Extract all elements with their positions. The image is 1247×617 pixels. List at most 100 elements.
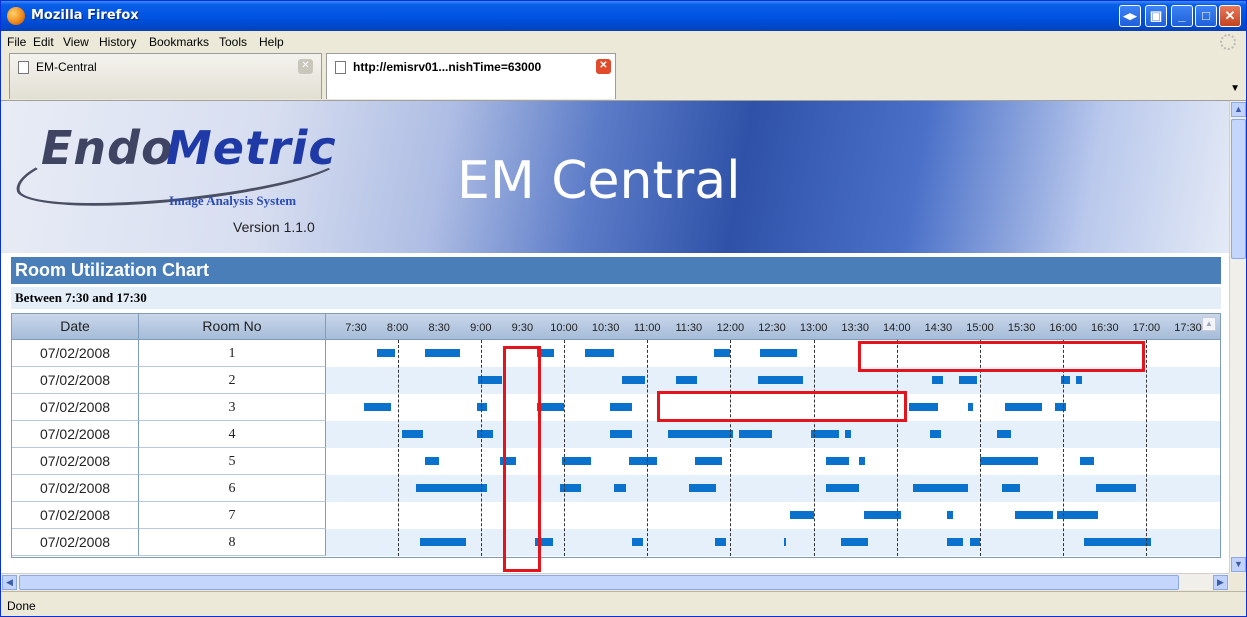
chart-scroll-up-icon[interactable]: ▲ [1202, 317, 1216, 331]
tab-list-dropdown-icon[interactable]: ▼ [1230, 83, 1240, 94]
usage-bar[interactable] [909, 403, 939, 411]
highlight-box-room3-midday [657, 391, 907, 422]
scroll-up-icon[interactable]: ▲ [1231, 102, 1246, 117]
row-room-cell: 5 [139, 448, 326, 475]
row-date-cell: 07/02/2008 [12, 367, 139, 394]
usage-bar[interactable] [1096, 484, 1136, 492]
usage-bar[interactable] [1079, 457, 1094, 465]
usage-bar[interactable] [713, 349, 731, 357]
restore-tabs-button[interactable]: ◂▸ [1119, 5, 1141, 27]
row-date-cell: 07/02/2008 [12, 421, 139, 448]
usage-bar[interactable] [996, 430, 1011, 438]
fullscreen-button[interactable]: ▣ [1145, 5, 1167, 27]
usage-bar[interactable] [628, 457, 658, 465]
usage-bar[interactable] [1014, 511, 1054, 519]
usage-bar[interactable] [811, 430, 839, 438]
usage-bar[interactable] [688, 484, 717, 492]
usage-bar[interactable] [676, 376, 698, 384]
usage-bar[interactable] [715, 538, 727, 546]
usage-bar[interactable] [738, 430, 772, 438]
usage-bar[interactable] [401, 430, 423, 438]
row-date-cell: 07/02/2008 [12, 340, 139, 367]
usage-bar[interactable] [913, 484, 968, 492]
menu-tools[interactable]: Tools [219, 35, 247, 49]
header-banner: Endo Metric Image Analysis System Versio… [1, 101, 1229, 253]
vertical-scrollbar[interactable]: ▲ ▼ [1229, 101, 1246, 573]
usage-bar[interactable] [946, 538, 964, 546]
usage-bar[interactable] [790, 511, 814, 519]
menu-edit[interactable]: Edit [33, 35, 54, 49]
menu-bookmarks[interactable]: Bookmarks [149, 35, 209, 49]
usage-bar[interactable] [826, 457, 849, 465]
menu-view[interactable]: View [63, 35, 89, 49]
usage-bar[interactable] [967, 403, 974, 411]
usage-bar[interactable] [970, 538, 980, 546]
usage-bar[interactable] [476, 403, 488, 411]
title-bar[interactable]: Mozilla Firefox ◂▸ ▣ _ □ ✕ [1, 1, 1246, 31]
usage-bar[interactable] [784, 538, 787, 546]
usage-bar[interactable] [476, 430, 494, 438]
usage-bar[interactable] [1084, 538, 1151, 546]
horizontal-scroll-thumb[interactable] [19, 575, 1179, 590]
usage-bar[interactable] [1075, 376, 1083, 384]
maximize-button[interactable]: □ [1195, 5, 1217, 27]
menu-history[interactable]: History [99, 35, 136, 49]
usage-bar[interactable] [845, 430, 852, 438]
tab-label: EM-Central [36, 60, 97, 74]
usage-bar[interactable] [946, 511, 954, 519]
menu-file[interactable]: File [7, 35, 26, 49]
vertical-scroll-thumb[interactable] [1231, 119, 1246, 259]
usage-bar[interactable] [757, 376, 803, 384]
usage-bar[interactable] [559, 484, 581, 492]
horizontal-scrollbar[interactable]: ◀ ▶ [1, 573, 1229, 590]
usage-bar[interactable] [622, 376, 645, 384]
scroll-down-icon[interactable]: ▼ [1231, 557, 1246, 572]
usage-bar[interactable] [415, 484, 488, 492]
usage-bar[interactable] [863, 511, 901, 519]
usage-bar[interactable] [632, 538, 644, 546]
time-tick-label: 13:30 [841, 322, 869, 334]
usage-bar[interactable] [609, 403, 633, 411]
usage-bar[interactable] [959, 376, 978, 384]
close-button[interactable]: ✕ [1219, 5, 1241, 27]
highlight-box-room1-afternoon [858, 341, 1145, 372]
hour-gridline [1063, 340, 1065, 556]
row-room-cell: 4 [139, 421, 326, 448]
usage-bar[interactable] [425, 349, 460, 357]
usage-bar[interactable] [609, 430, 633, 438]
usage-bar[interactable] [826, 484, 860, 492]
menu-help[interactable]: Help [259, 35, 284, 49]
usage-bar[interactable] [1004, 403, 1043, 411]
tab-chart-url[interactable]: http://emisrv01...nishTime=63000 ✕ [326, 53, 616, 99]
scroll-left-icon[interactable]: ◀ [2, 575, 17, 590]
usage-bar[interactable] [841, 538, 868, 546]
usage-bar[interactable] [1002, 484, 1020, 492]
usage-bar[interactable] [694, 457, 723, 465]
usage-bar[interactable] [980, 457, 1039, 465]
hour-gridline [647, 340, 649, 556]
usage-bar[interactable] [376, 349, 396, 357]
hour-gridline [980, 340, 981, 556]
time-tick-label: 15:30 [1007, 322, 1036, 334]
usage-bar[interactable] [668, 430, 733, 438]
tab-em-central[interactable]: EM-Central ✕ [9, 53, 322, 99]
usage-bar[interactable] [425, 457, 440, 465]
usage-bar[interactable] [859, 457, 866, 465]
tab-close-icon[interactable]: ✕ [596, 59, 611, 74]
tab-close-icon[interactable]: ✕ [298, 59, 313, 74]
minimize-button[interactable]: _ [1171, 5, 1193, 27]
usage-bar[interactable] [931, 376, 943, 384]
usage-bar[interactable] [930, 430, 941, 438]
col-header-date[interactable]: Date [12, 314, 139, 340]
usage-bar[interactable] [561, 457, 591, 465]
usage-bar[interactable] [364, 403, 391, 411]
usage-bar[interactable] [1060, 376, 1070, 384]
usage-bar[interactable] [584, 349, 614, 357]
col-header-room[interactable]: Room No [139, 314, 326, 340]
scroll-right-icon[interactable]: ▶ [1213, 575, 1228, 590]
usage-bar[interactable] [420, 538, 466, 546]
usage-bar[interactable] [613, 484, 627, 492]
usage-bar[interactable] [759, 349, 797, 357]
time-tick-label: 11:00 [633, 322, 661, 334]
time-tick-label: 13:00 [799, 322, 828, 334]
